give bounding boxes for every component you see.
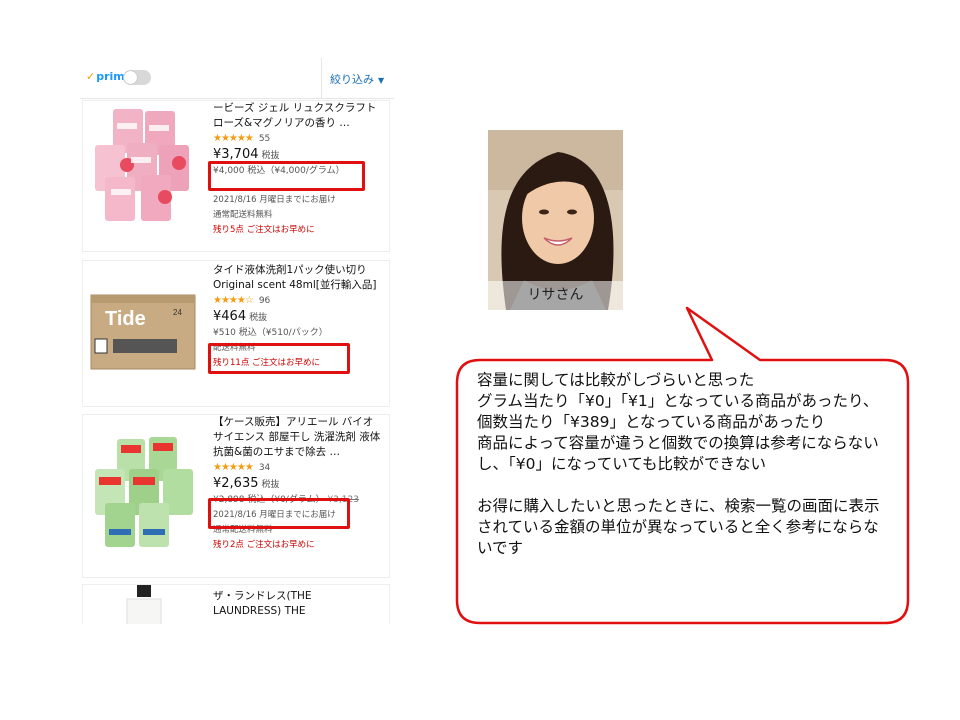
speech-bubble	[455, 306, 910, 625]
user-comment: 容量に関しては比較がしづらいと思った グラム当たり「¥0」「¥1」となっている商…	[477, 370, 887, 559]
comment-paragraph: お得に購入したいと思ったときに、検索一覧の画面に表示されている金額の単位が異なっ…	[477, 497, 880, 557]
comment-paragraph: 容量に関しては比較がしづらいと思った グラム当たり「¥0」「¥1」となっている商…	[477, 371, 879, 473]
